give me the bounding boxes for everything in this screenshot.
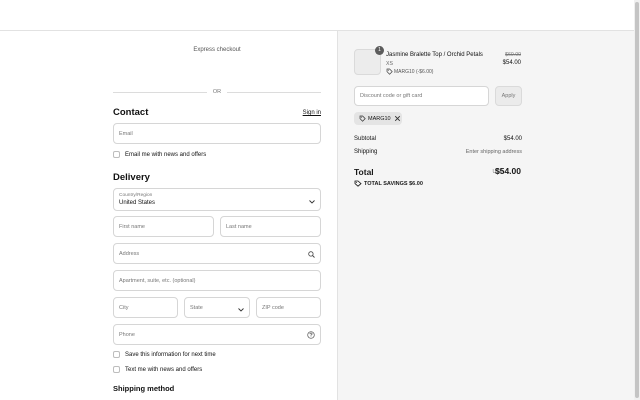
- contact-heading: Contact: [113, 107, 149, 118]
- country-value: United States: [119, 200, 156, 206]
- text-offers-label: Text me with news and offers: [125, 366, 203, 373]
- save-info-label: Save this information for next time: [125, 351, 216, 358]
- product-variant: XS: [386, 61, 393, 67]
- product-price: $54.00: [502, 60, 521, 66]
- state-placeholder: State: [190, 304, 203, 311]
- shipping-label: Shipping: [354, 149, 378, 155]
- country-label: Country/Region: [119, 193, 153, 198]
- phone-field[interactable]: Phone: [113, 324, 321, 345]
- email-offers-label: Email me with news and offers: [125, 151, 207, 158]
- zip-placeholder: ZIP code: [262, 304, 284, 311]
- delivery-heading: Delivery: [113, 172, 150, 183]
- divider-line-right: [227, 92, 321, 93]
- discount-code-field[interactable]: Discount code or gift card: [354, 86, 489, 106]
- close-icon[interactable]: [394, 115, 401, 122]
- discount-code-placeholder: Discount code or gift card: [360, 93, 423, 99]
- shipping-row: Shipping Enter shipping address: [354, 149, 522, 155]
- text-offers-checkbox[interactable]: Text me with news and offers: [113, 366, 263, 374]
- last-name-placeholder: Last name: [226, 223, 252, 230]
- top-header-bar: [0, 0, 634, 31]
- checkbox-box[interactable]: [113, 351, 120, 358]
- address-field[interactable]: Address: [113, 243, 321, 264]
- shipping-method-heading: Shipping method: [113, 384, 175, 393]
- first-name-placeholder: First name: [119, 223, 145, 230]
- checkout-form-panel: Express checkout OR Contact Sign in Emai…: [0, 31, 337, 400]
- sign-in-link[interactable]: Sign in: [303, 110, 321, 116]
- chevron-down-icon: [238, 299, 244, 317]
- express-checkout-label: Express checkout: [193, 47, 241, 53]
- country-select[interactable]: Country/Region United States: [113, 188, 321, 211]
- subtotal-label: Subtotal: [354, 136, 377, 142]
- city-placeholder: City: [119, 304, 129, 311]
- shipping-value: Enter shipping address: [465, 149, 522, 155]
- product-discount-text: MARG10 (-$6.00): [394, 68, 434, 75]
- first-name-field[interactable]: First name: [113, 216, 214, 237]
- apartment-placeholder: Apartment, suite, etc. (optional): [119, 277, 196, 284]
- tag-icon: [354, 180, 362, 187]
- apply-button[interactable]: Apply: [495, 86, 522, 106]
- email-field[interactable]: Email: [113, 123, 321, 144]
- zip-field[interactable]: ZIP code: [256, 297, 321, 318]
- tag-icon: [386, 68, 393, 75]
- total-value: $54.00: [495, 166, 521, 176]
- total-label: Total: [354, 167, 374, 177]
- scrollbar-thumb[interactable]: [635, 2, 639, 398]
- product-name: Jasmine Bralette Top / Orchid Petals: [386, 52, 483, 58]
- checkbox-box[interactable]: [113, 151, 120, 158]
- order-summary-panel: 1 Jasmine Bralette Top / Orchid Petals X…: [337, 31, 634, 400]
- subtotal-value: $54.00: [503, 136, 522, 142]
- email-offers-checkbox[interactable]: Email me with news and offers: [113, 151, 263, 159]
- phone-placeholder: Phone: [119, 331, 135, 338]
- save-info-checkbox[interactable]: Save this information for next time: [113, 351, 263, 359]
- subtotal-row: Subtotal $54.00: [354, 136, 522, 142]
- or-divider: OR: [113, 88, 321, 96]
- quantity-badge: 1: [375, 46, 384, 55]
- city-field[interactable]: City: [113, 297, 178, 318]
- applied-discount-chip: MARG10: [354, 112, 402, 125]
- state-select[interactable]: State: [184, 297, 250, 318]
- total-savings-text: TOTAL SAVINGS $6.00: [364, 181, 423, 187]
- last-name-field[interactable]: Last name: [220, 216, 321, 237]
- help-circle-icon[interactable]: [307, 326, 315, 344]
- chevron-down-icon: [309, 191, 315, 209]
- email-placeholder: Email: [119, 130, 133, 137]
- search-icon: [308, 245, 315, 263]
- address-placeholder: Address: [119, 250, 140, 257]
- tag-icon: [359, 115, 366, 122]
- checkbox-box[interactable]: [113, 366, 120, 373]
- apartment-field[interactable]: Apartment, suite, etc. (optional): [113, 270, 321, 291]
- scrollbar[interactable]: [634, 0, 640, 400]
- applied-code-text: MARG10: [368, 115, 391, 122]
- product-old-price: $60.00: [505, 52, 521, 58]
